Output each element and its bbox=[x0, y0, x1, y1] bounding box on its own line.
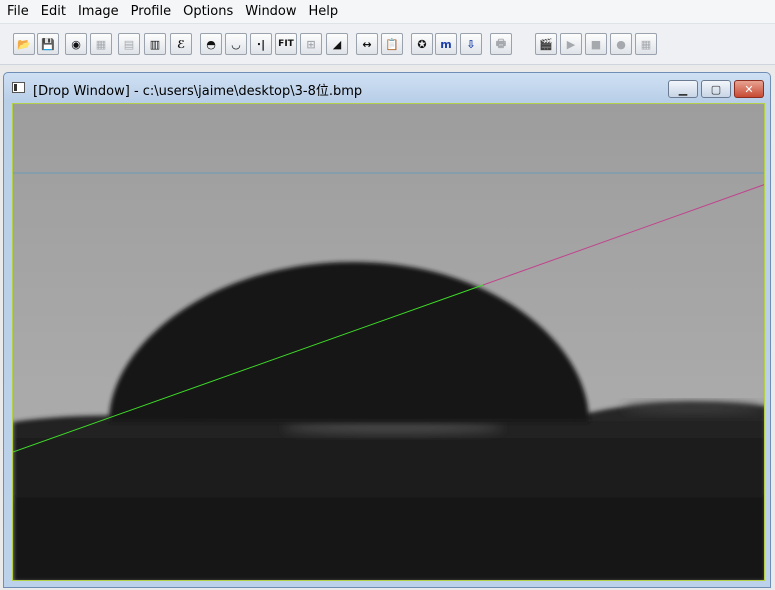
menu-help[interactable]: Help bbox=[303, 1, 345, 23]
record-button[interactable]: ● bbox=[610, 33, 632, 55]
stop-button[interactable]: ■ bbox=[585, 33, 607, 55]
toolbar: 📂 💾 ◉ ▦ ▤ ▥ ℰ ◓ ◡ ⋅| FIT ⊞ ◢ ↔ 📋 ✪ m ⇩ 🖶 🎬 ▶ ■ ● ▦ bbox=[0, 24, 775, 65]
video-button[interactable]: 🎬 bbox=[535, 33, 557, 55]
save-button[interactable]: 💾 bbox=[37, 33, 59, 55]
syringe-icon: ⇩ bbox=[466, 37, 476, 51]
drop-icon: ◉ bbox=[71, 37, 81, 51]
drop-profile-button[interactable]: ◉ bbox=[65, 33, 87, 55]
table-button[interactable]: ▤ bbox=[118, 33, 140, 55]
print-button[interactable]: 🖶 bbox=[490, 33, 512, 55]
chart-button[interactable]: ▥ bbox=[144, 33, 166, 55]
stop-icon: ■ bbox=[590, 37, 602, 51]
dial-icon: ✪ bbox=[417, 37, 427, 51]
close-button[interactable]: ✕ bbox=[734, 80, 764, 98]
image-button[interactable]: ▦ bbox=[90, 33, 112, 55]
maximize-icon: ▢ bbox=[710, 82, 722, 96]
clapperboard-icon: 🎬 bbox=[539, 37, 553, 51]
m-icon: m bbox=[440, 37, 452, 51]
clipboard-button[interactable]: 📋 bbox=[381, 33, 403, 55]
contact-angle-icon: ◢ bbox=[332, 37, 342, 51]
width-arrows-icon: ↔ bbox=[362, 37, 372, 51]
sessile-drop-icon: ◓ bbox=[206, 37, 216, 51]
clipboard-icon: 📋 bbox=[385, 37, 399, 51]
window-title: [Drop Window] - c:\users\jaime\desktop\3… bbox=[33, 84, 363, 99]
epsilon-icon: ℰ bbox=[176, 37, 186, 51]
record-icon: ● bbox=[616, 37, 626, 51]
table-icon: ▤ bbox=[123, 37, 135, 51]
menu-image[interactable]: Image bbox=[72, 1, 125, 23]
syringe-button[interactable]: ⇩ bbox=[460, 33, 482, 55]
open-button[interactable]: 📂 bbox=[13, 33, 35, 55]
bar-chart-icon: ▥ bbox=[149, 37, 161, 51]
drop-image-canvas[interactable] bbox=[12, 103, 765, 581]
pendant-drop-button[interactable]: ◡ bbox=[225, 33, 247, 55]
image-icon: ▦ bbox=[95, 37, 107, 51]
contact-angle-button[interactable]: ◢ bbox=[326, 33, 348, 55]
dial-button[interactable]: ✪ bbox=[411, 33, 433, 55]
sessile-drop-button[interactable]: ◓ bbox=[200, 33, 222, 55]
maximize-button[interactable]: ▢ bbox=[701, 80, 731, 98]
m-button[interactable]: m bbox=[435, 33, 457, 55]
drop-window: [Drop Window] - c:\users\jaime\desktop\3… bbox=[3, 72, 771, 588]
menu-window[interactable]: Window bbox=[239, 1, 302, 23]
open-file-icon: 📂 bbox=[17, 37, 31, 51]
needle-button[interactable]: ⋅| bbox=[250, 33, 272, 55]
play-icon: ▶ bbox=[566, 37, 576, 51]
frames-grid-icon: ▦ bbox=[640, 37, 652, 51]
menu-file[interactable]: File bbox=[0, 1, 35, 23]
menu-profile[interactable]: Profile bbox=[125, 1, 177, 23]
menu-options[interactable]: Options bbox=[177, 1, 239, 23]
minimize-button[interactable]: ▁ bbox=[668, 80, 698, 98]
save-file-icon: 💾 bbox=[41, 37, 55, 51]
play-button[interactable]: ▶ bbox=[560, 33, 582, 55]
window-app-icon bbox=[12, 82, 25, 93]
width-button[interactable]: ↔ bbox=[356, 33, 378, 55]
drop-image bbox=[13, 104, 764, 580]
epsilon-button[interactable]: ℰ bbox=[170, 33, 192, 55]
close-icon: ✕ bbox=[744, 82, 754, 96]
printer-icon: 🖶 bbox=[495, 36, 507, 50]
menu-bar: File Edit Image Profile Options Window Help bbox=[0, 0, 775, 24]
fit-icon: FIT bbox=[278, 39, 294, 49]
needle-icon: ⋅| bbox=[256, 37, 266, 51]
minimize-icon: ▁ bbox=[678, 82, 688, 96]
pendant-drop-icon: ◡ bbox=[231, 37, 241, 51]
frames-button[interactable]: ▦ bbox=[635, 33, 657, 55]
grid-icon: ⊞ bbox=[306, 37, 316, 51]
menu-edit[interactable]: Edit bbox=[35, 1, 72, 23]
grid-button[interactable]: ⊞ bbox=[300, 33, 322, 55]
fit-button[interactable]: FIT bbox=[275, 33, 297, 55]
